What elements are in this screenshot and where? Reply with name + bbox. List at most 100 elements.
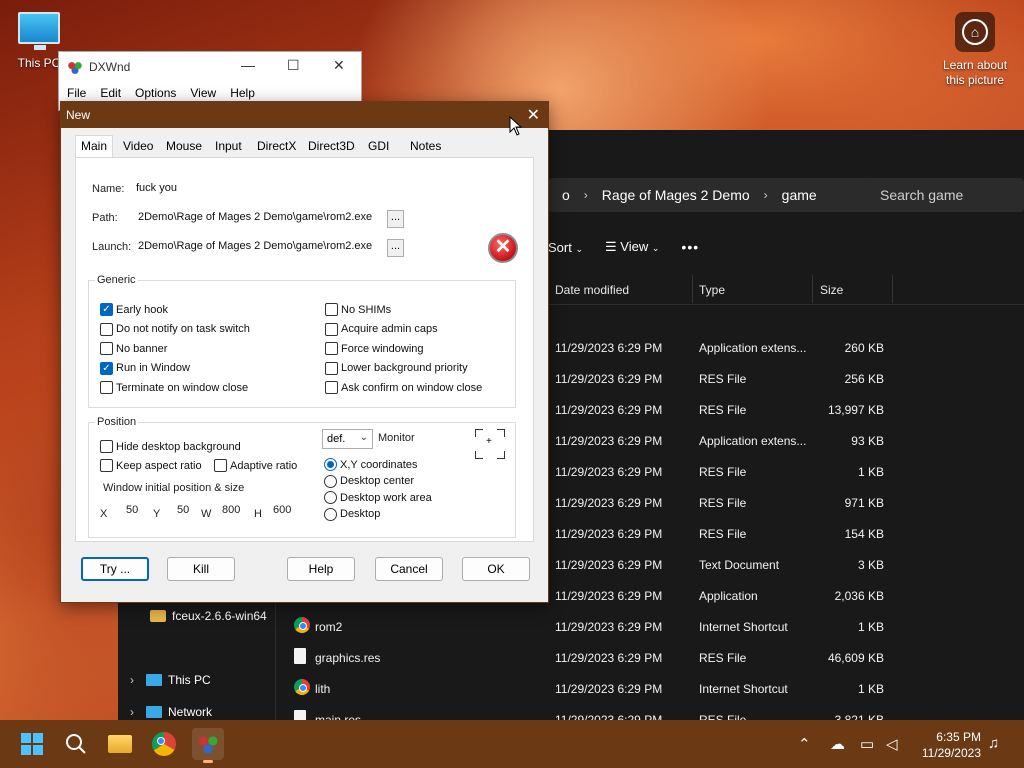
column-header-type[interactable]: Type	[699, 283, 725, 297]
file-date-modified: 11/29/2023 6:29 PM	[555, 527, 663, 541]
maximize-icon[interactable]: ☐	[287, 57, 300, 74]
radio-desktop-center[interactable]: Desktop center	[324, 474, 414, 488]
checkbox-lower-background-priority[interactable]: Lower background priority	[325, 361, 468, 375]
dialog-title-bar[interactable]: New ✕	[61, 102, 548, 128]
cancel-button[interactable]: Cancel	[375, 557, 443, 581]
help-button[interactable]: Help	[287, 557, 355, 581]
ok-button[interactable]: OK	[462, 557, 530, 581]
keep-aspect-checkbox[interactable]: Keep aspect ratio	[100, 459, 202, 472]
path-field[interactable]: 2Demo\Rage of Mages 2 Demo\game\rom2.exe	[138, 209, 378, 227]
nav-item-fceux[interactable]: fceux-2.6.6-win64	[150, 609, 267, 623]
tab-notes[interactable]: Notes	[410, 139, 441, 153]
tab-directx[interactable]: DirectX	[257, 139, 296, 153]
search-input[interactable]: Search game	[866, 178, 1024, 212]
breadcrumb-part[interactable]: game	[782, 187, 817, 203]
radio-x-y-coordinates[interactable]: X,Y coordinates	[324, 458, 417, 471]
dxwnd-title-bar[interactable]: DXWnd — ☐ ✕	[59, 52, 361, 81]
sort-button[interactable]: Sort ⌄	[548, 240, 583, 255]
tab-main[interactable]: Main	[75, 135, 114, 159]
radio-desktop-work-area[interactable]: Desktop work area	[324, 491, 432, 504]
file-date-modified: 11/29/2023 6:29 PM	[555, 496, 663, 510]
file-size: 971 KB	[844, 496, 884, 510]
browse-path-button[interactable]: ...	[387, 210, 404, 228]
column-header-size[interactable]: Size	[820, 283, 843, 297]
hide-desktop-checkbox[interactable]: Hide desktop background	[100, 440, 241, 453]
tab-mouse[interactable]: Mouse	[166, 139, 202, 153]
minimize-icon[interactable]: —	[241, 57, 255, 73]
breadcrumb-part[interactable]: Rage of Mages 2 Demo	[602, 187, 750, 203]
menu-options[interactable]: Options	[135, 86, 176, 100]
file-row[interactable]: rom2 11/29/2023 6:29 PM Internet Shortcut 1…	[276, 611, 1024, 642]
file-date-modified: 11/29/2023 6:29 PM	[555, 651, 663, 665]
explorer-toolbar: Sort ⌄ ☰ View ⌄ •••	[548, 234, 699, 260]
column-divider[interactable]	[692, 275, 693, 303]
checkbox-no-shims[interactable]: No SHIMs	[325, 303, 391, 316]
fullscreen-icon[interactable]: +	[475, 429, 505, 459]
h-field[interactable]: 600	[273, 504, 291, 516]
tab-video[interactable]: Video	[123, 139, 153, 153]
checkbox-early-hook[interactable]: ✓ Early hook	[100, 303, 168, 316]
menu-edit[interactable]: Edit	[100, 86, 121, 100]
volume-muted-icon[interactable]: ◁	[886, 735, 898, 753]
checkbox-no-banner[interactable]: No banner	[100, 342, 167, 355]
desktop-icon-this-pc[interactable]: This PC	[14, 12, 64, 70]
view-button[interactable]: ☰ View ⌄	[605, 239, 659, 255]
adaptive-ratio-checkbox[interactable]: Adaptive ratio	[214, 459, 297, 472]
close-icon[interactable]: ✕	[333, 57, 345, 74]
monitor-select[interactable]: def. ⌄	[322, 429, 373, 449]
taskbar-chrome[interactable]	[148, 728, 180, 760]
checkbox-run-in-window[interactable]: ✓ Run in Window	[100, 361, 190, 375]
taskbar-file-explorer[interactable]	[104, 728, 136, 760]
name-field[interactable]: fuck you	[136, 180, 376, 198]
kill-button[interactable]: Kill	[167, 557, 235, 581]
view-icon: ☰	[605, 239, 617, 254]
display-icon[interactable]: ▭	[860, 735, 874, 753]
onedrive-icon[interactable]: ☁	[830, 735, 845, 753]
y-field[interactable]: 50	[177, 504, 189, 516]
notification-bell-icon[interactable]: ♫	[988, 735, 999, 752]
launch-field[interactable]: 2Demo\Rage of Mages 2 Demo\game\rom2.exe	[138, 238, 378, 256]
clock[interactable]: 6:35 PM 11/29/2023	[922, 729, 981, 761]
file-size: 154 KB	[844, 527, 884, 541]
menu-view[interactable]: View	[190, 86, 216, 100]
stop-icon[interactable]: ✕	[488, 233, 518, 263]
column-divider[interactable]	[892, 275, 893, 303]
chrome-icon	[294, 679, 310, 697]
column-divider[interactable]	[812, 275, 813, 303]
more-options-button[interactable]: •••	[681, 239, 699, 255]
tab-gdi[interactable]: GDI	[368, 139, 389, 153]
chevron-up-icon[interactable]: ⌃	[798, 735, 811, 753]
search-button[interactable]	[60, 728, 92, 760]
nav-item-this-pc[interactable]: › This PC	[130, 673, 211, 687]
close-icon[interactable]: ✕	[527, 105, 540, 125]
file-size: 3 KB	[857, 558, 884, 572]
menu-file[interactable]: File	[67, 86, 86, 100]
tab-input[interactable]: Input	[215, 139, 242, 153]
position-group-title: Position	[95, 416, 139, 428]
checkbox-acquire-admin-caps[interactable]: Acquire admin caps	[325, 322, 438, 336]
start-button[interactable]	[16, 728, 48, 760]
radio-desktop[interactable]: Desktop	[324, 507, 380, 521]
tab-direct3d[interactable]: Direct3D	[308, 139, 355, 153]
file-type: RES File	[699, 651, 747, 665]
browse-launch-button[interactable]: ...	[387, 239, 404, 257]
checkbox-do-not-notify-on-task-switch[interactable]: Do not notify on task switch	[100, 322, 250, 336]
file-row[interactable]: lith 11/29/2023 6:29 PM Internet Shortcut 1…	[276, 673, 1024, 704]
nav-item-network[interactable]: › Network	[130, 705, 212, 719]
column-header-date[interactable]: Date modified	[555, 283, 629, 297]
w-field[interactable]: 800	[222, 504, 240, 516]
window-title: DXWnd	[89, 59, 131, 74]
taskbar-dxwnd[interactable]	[192, 728, 224, 763]
checkbox-ask-confirm-on-window-close[interactable]: Ask confirm on window close	[325, 381, 482, 394]
checkbox-terminate-on-window-close[interactable]: Terminate on window close	[100, 381, 248, 394]
desktop-icon-learn-about-picture[interactable]: ⌂ Learn about this picture	[938, 12, 1012, 88]
search-icon	[66, 734, 86, 754]
file-size: 13,997 KB	[827, 403, 884, 417]
try-button[interactable]: Try ...	[81, 557, 149, 581]
file-row[interactable]: graphics.res 11/29/2023 6:29 PM RES File 46…	[276, 642, 1024, 673]
x-field[interactable]: 50	[126, 504, 138, 516]
breadcrumb-part[interactable]: o	[562, 187, 570, 203]
checkbox-force-windowing[interactable]: Force windowing	[325, 342, 424, 355]
menu-help[interactable]: Help	[230, 86, 255, 100]
file-size: 1 KB	[857, 682, 884, 696]
